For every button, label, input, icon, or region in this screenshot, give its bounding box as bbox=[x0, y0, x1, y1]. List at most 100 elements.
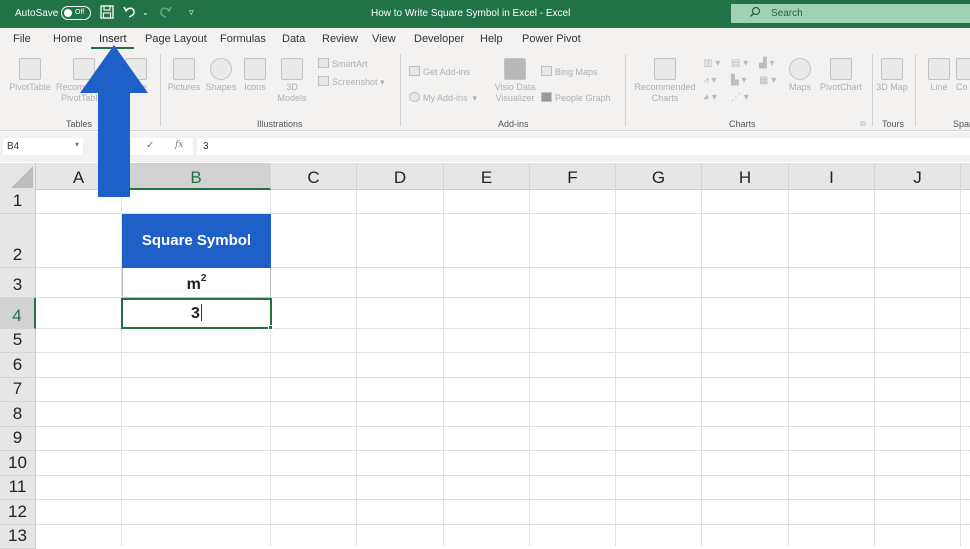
gridline bbox=[36, 426, 970, 427]
gridline bbox=[36, 475, 970, 476]
shapes-button[interactable]: Shapes bbox=[204, 58, 238, 93]
column-header-d[interactable]: D bbox=[357, 163, 444, 190]
people-graph-button[interactable]: People Graph bbox=[541, 92, 611, 103]
row-header-13[interactable]: 13 bbox=[0, 525, 36, 549]
tab-insert[interactable]: Insert bbox=[99, 33, 127, 45]
row-header-8[interactable]: 8 bbox=[0, 402, 36, 427]
waterfall-chart-icon[interactable]: ▟ ▾ bbox=[759, 58, 775, 69]
screenshot-button[interactable]: Screenshot ▾ bbox=[318, 76, 385, 88]
sparkline-column-label: Co bbox=[956, 82, 968, 92]
column-header-c[interactable]: C bbox=[271, 163, 357, 190]
column-chart-icon[interactable]: ▥ ▾ bbox=[703, 58, 720, 69]
insert-function-icon[interactable]: fx bbox=[175, 140, 183, 150]
3d-map-button[interactable]: 3D Map bbox=[876, 58, 908, 93]
name-box-dropdown-icon[interactable]: ▾ bbox=[75, 140, 79, 149]
gridline bbox=[788, 190, 789, 546]
column-header-g[interactable]: G bbox=[616, 163, 702, 190]
pivottable-icon bbox=[19, 58, 41, 80]
statistic-chart-icon[interactable]: ▙ ▾ bbox=[731, 75, 747, 86]
row-header-7[interactable]: 7 bbox=[0, 378, 36, 402]
scatter-chart-icon[interactable]: ⋰ ▾ bbox=[731, 92, 749, 103]
row-header-12[interactable]: 12 bbox=[0, 500, 36, 525]
column-header-i[interactable]: I bbox=[789, 163, 875, 190]
row-header-1[interactable]: 1 bbox=[0, 190, 36, 214]
smartart-icon bbox=[318, 58, 329, 68]
select-all-button[interactable] bbox=[0, 163, 36, 190]
search-box[interactable]: Search bbox=[731, 4, 970, 23]
tab-data[interactable]: Data bbox=[282, 33, 305, 45]
toggle-knob bbox=[64, 9, 72, 17]
hierarchy-chart-icon[interactable]: ▤ ▾ bbox=[731, 58, 748, 69]
recommended-charts-button[interactable]: Recommended Charts bbox=[632, 58, 698, 104]
3d-models-button[interactable]: 3D Models bbox=[272, 58, 312, 104]
up-arrow-icon bbox=[80, 45, 148, 197]
sparkline-line-label: Line bbox=[930, 82, 948, 92]
group-label-tours: Tours bbox=[882, 119, 905, 129]
column-header-h[interactable]: H bbox=[702, 163, 789, 190]
undo-dropdown-icon[interactable]: ⌄ bbox=[142, 8, 149, 17]
pictures-button[interactable]: Pictures bbox=[166, 58, 202, 93]
row-header-11[interactable]: 11 bbox=[0, 476, 36, 500]
charts-dialog-launcher-icon[interactable]: ⧉ bbox=[860, 119, 866, 129]
gridline bbox=[356, 190, 357, 546]
row-header-5[interactable]: 5 bbox=[0, 329, 36, 353]
bing-maps-button[interactable]: Bing Maps bbox=[541, 66, 598, 77]
row-header-6[interactable]: 6 bbox=[0, 353, 36, 378]
column-header-f[interactable]: F bbox=[530, 163, 616, 190]
icons-button[interactable]: Icons bbox=[240, 58, 270, 93]
autosave-label: AutoSave bbox=[15, 8, 59, 19]
undo-icon[interactable] bbox=[122, 5, 138, 22]
cell-b4-active[interactable]: 3 bbox=[121, 298, 272, 329]
visio-data-visualizer-button[interactable]: Visio Data Visualizer bbox=[492, 58, 538, 104]
tab-developer[interactable]: Developer bbox=[414, 33, 464, 45]
column-header-j[interactable]: J bbox=[875, 163, 961, 190]
formula-input[interactable]: 3 bbox=[197, 138, 970, 155]
row-header-4[interactable]: 4 bbox=[0, 298, 36, 329]
combo-chart-icon[interactable]: ▦ ▾ bbox=[759, 75, 776, 86]
pivotchart-button[interactable]: PivotChart bbox=[818, 58, 864, 93]
tab-file[interactable]: File bbox=[13, 33, 31, 45]
my-addins-button[interactable]: My Add-ins ▾ bbox=[409, 92, 477, 104]
gridline bbox=[36, 450, 970, 451]
name-box[interactable]: B4 ▾ bbox=[3, 138, 83, 155]
gridline bbox=[36, 377, 970, 378]
3d-map-label: 3D Map bbox=[876, 82, 908, 92]
cell-b2[interactable]: Square Symbol bbox=[122, 214, 271, 268]
tab-page-layout[interactable]: Page Layout bbox=[145, 33, 207, 45]
customize-qat-icon[interactable]: ▿ bbox=[189, 7, 194, 18]
my-addins-icon bbox=[409, 92, 420, 102]
tab-view[interactable]: View bbox=[372, 33, 396, 45]
recommended-charts-icon bbox=[654, 58, 676, 80]
row-header-3[interactable]: 3 bbox=[0, 268, 36, 298]
pivottable-button[interactable]: PivotTable bbox=[6, 58, 54, 93]
fill-handle[interactable] bbox=[268, 325, 273, 330]
3d-models-icon bbox=[281, 58, 303, 80]
maps-button[interactable]: Maps bbox=[786, 58, 814, 93]
tab-help[interactable]: Help bbox=[480, 33, 503, 45]
sparkline-line-button[interactable]: Line bbox=[926, 58, 952, 93]
document-title: How to Write Square Symbol in Excel - Ex… bbox=[371, 8, 571, 19]
cell-b4-value: 3 bbox=[191, 305, 200, 322]
gridline bbox=[36, 401, 970, 402]
autosave-toggle[interactable]: Off bbox=[61, 6, 91, 20]
smartart-button[interactable]: SmartArt bbox=[318, 58, 368, 69]
tab-home[interactable]: Home bbox=[53, 33, 82, 45]
save-icon[interactable] bbox=[100, 5, 114, 22]
row-header-2[interactable]: 2 bbox=[0, 214, 36, 268]
row-header-9[interactable]: 9 bbox=[0, 427, 36, 451]
gridline bbox=[701, 190, 702, 546]
bing-maps-icon bbox=[541, 66, 552, 76]
column-header-e[interactable]: E bbox=[444, 163, 530, 190]
sparkline-column-button[interactable]: Co bbox=[956, 58, 970, 93]
get-addins-button[interactable]: Get Add-ins bbox=[409, 66, 470, 77]
maps-icon bbox=[789, 58, 811, 80]
pie-chart-icon[interactable]: ◕ ▾ bbox=[703, 92, 717, 103]
cell-b3[interactable]: m2 bbox=[122, 268, 271, 298]
row-header-10[interactable]: 10 bbox=[0, 451, 36, 476]
tab-formulas[interactable]: Formulas bbox=[220, 33, 266, 45]
bing-maps-label: Bing Maps bbox=[555, 67, 598, 77]
tab-review[interactable]: Review bbox=[322, 33, 358, 45]
line-chart-icon[interactable]: ⩘ ▾ bbox=[703, 75, 716, 86]
tab-power-pivot[interactable]: Power Pivot bbox=[522, 33, 581, 45]
redo-icon[interactable] bbox=[157, 5, 173, 22]
